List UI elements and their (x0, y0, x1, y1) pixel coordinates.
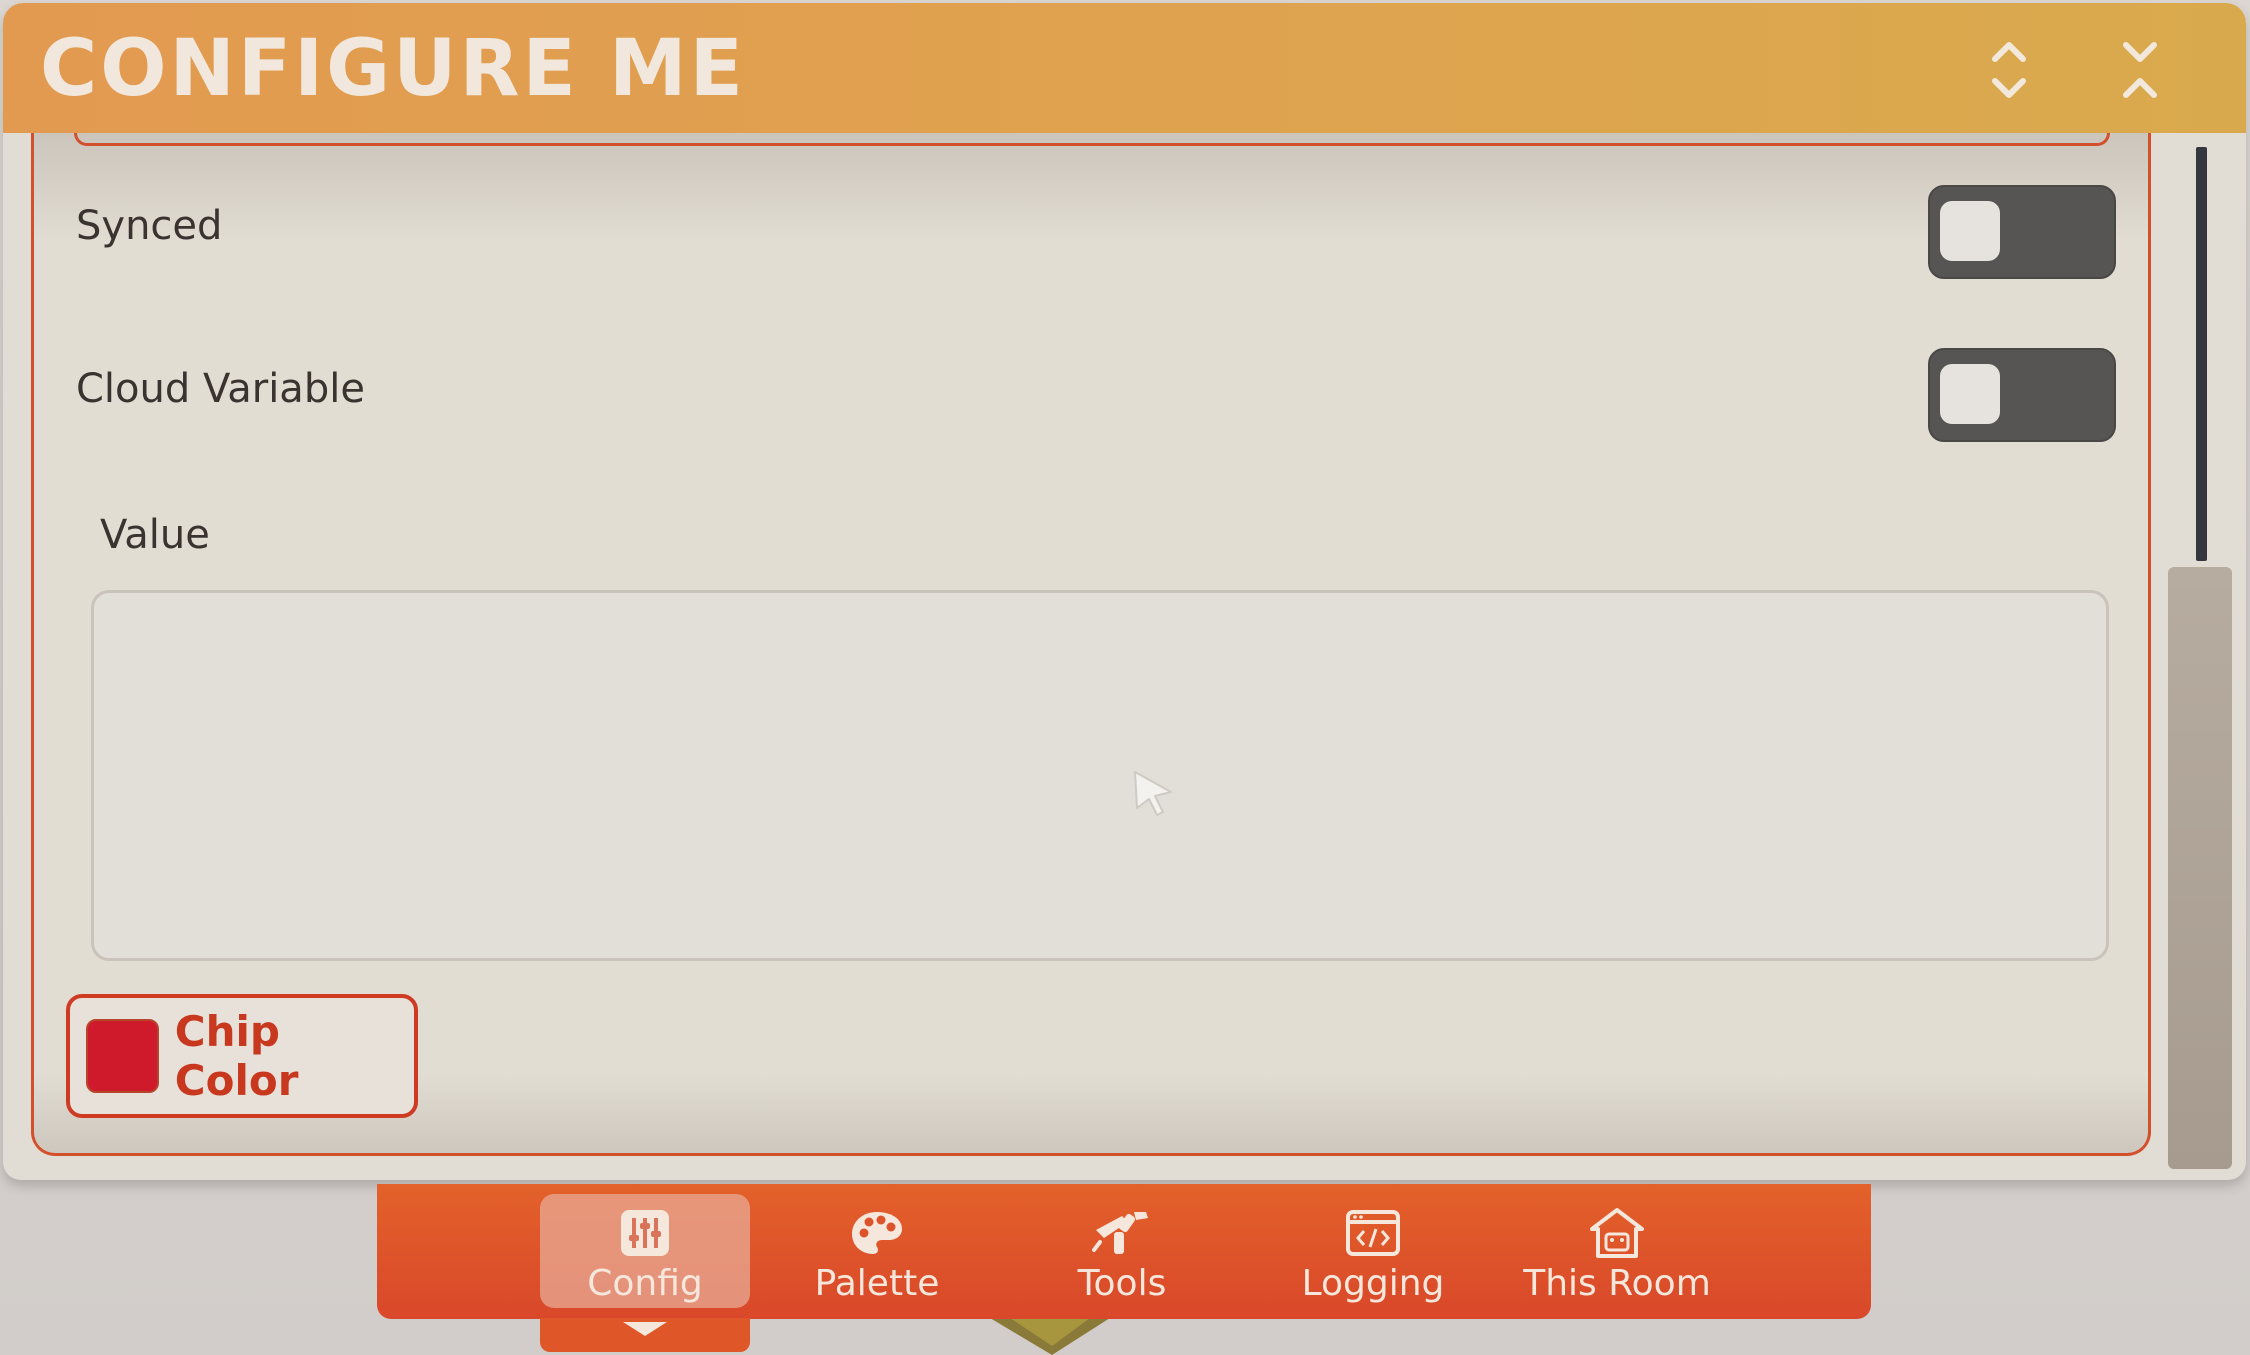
scrollbar-thumb[interactable] (2168, 567, 2232, 1169)
chevron-expand-icon (1992, 42, 2026, 98)
cloud-variable-label: Cloud Variable (76, 366, 365, 412)
collapse-button[interactable] (2104, 31, 2176, 109)
cloud-variable-toggle[interactable] (1928, 348, 2116, 442)
bottom-tab-bar: Config Palette Tools Logging This Room (377, 1184, 1871, 1319)
scrollbar-track (2196, 147, 2207, 561)
chip-color-button[interactable]: Chip Color (66, 994, 418, 1118)
chevron-collapse-icon (2123, 42, 2157, 98)
previous-item-edge (74, 133, 2110, 146)
tab-this-room[interactable]: This Room (1507, 1194, 1727, 1308)
tab-palette[interactable]: Palette (787, 1194, 967, 1308)
chip-color-label: Chip Color (174, 1007, 299, 1105)
tools-icon (1092, 1212, 1148, 1254)
tab-logging-label: Logging (1301, 1263, 1445, 1304)
synced-toggle[interactable] (1928, 185, 2116, 279)
toggle-knob (1940, 201, 2000, 261)
tab-logging[interactable]: Logging (1273, 1194, 1473, 1308)
palette-icon (852, 1212, 902, 1254)
background-object (990, 1318, 1110, 1355)
tab-this-room-label: This Room (1523, 1263, 1711, 1304)
title-bar[interactable]: CONFIGURE ME (3, 3, 2246, 133)
tab-palette-label: Palette (814, 1263, 940, 1304)
chip-color-swatch (86, 1019, 159, 1093)
value-label: Value (100, 512, 210, 558)
tab-config[interactable]: Config (540, 1194, 750, 1308)
expand-button[interactable] (1973, 31, 2045, 109)
tab-config-label: Config (587, 1263, 703, 1304)
mouse-cursor-icon (1134, 771, 1172, 816)
scrollbar[interactable] (2168, 143, 2240, 1173)
code-window-icon (1346, 1210, 1400, 1256)
toggle-knob (1940, 364, 2000, 424)
chevron-down-icon (623, 1322, 667, 1336)
tab-tools[interactable]: Tools (1032, 1194, 1212, 1308)
tab-tools-label: Tools (1077, 1263, 1167, 1304)
config-panel: CONFIGURE ME Synced Cloud Variable Value… (3, 3, 2246, 1180)
panel-title: CONFIGURE ME (40, 24, 746, 114)
synced-label: Synced (76, 203, 223, 249)
active-tab-indicator (540, 1318, 750, 1352)
value-input[interactable] (91, 590, 2109, 961)
sliders-icon (621, 1210, 669, 1256)
home-icon (1590, 1208, 1644, 1258)
